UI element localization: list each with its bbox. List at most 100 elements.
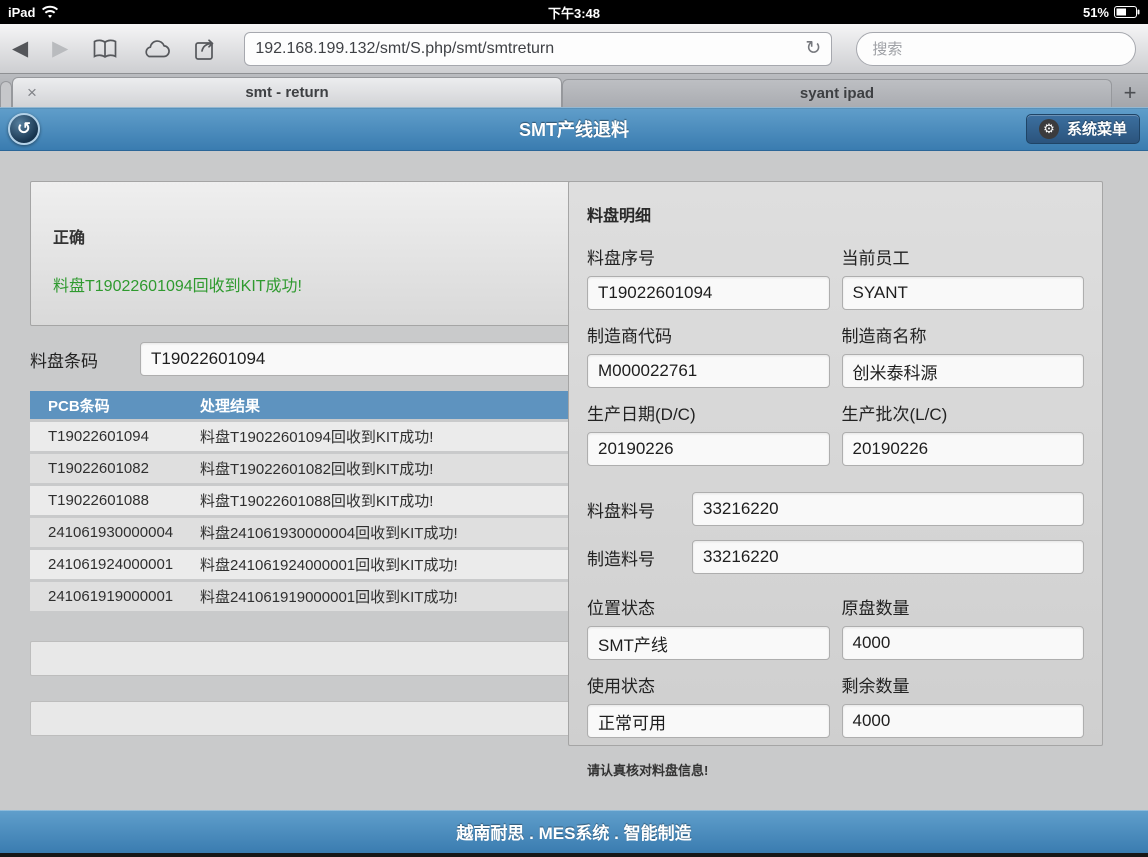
search-placeholder: 搜索 xyxy=(872,38,902,59)
main-content: 正确 料盘T19022601094回收到KIT成功! 料盘条码 T1902260… xyxy=(0,151,1148,810)
verify-note: 请认真核对料盘信息! xyxy=(587,760,1084,779)
footer-text: 越南耐思 . MES系统 . 智能制造 xyxy=(456,819,691,844)
search-input[interactable]: 搜索 xyxy=(856,32,1136,66)
field-value: T19022601094 xyxy=(598,283,712,303)
field-label: 料盘序号 xyxy=(587,244,830,269)
location-status-input[interactable]: SMT产线 xyxy=(587,626,830,660)
field-value: 4000 xyxy=(853,711,891,731)
browser-toolbar: ◀ ▶ 192.168.199.132/smt/S.php/smt/smtret… xyxy=(0,24,1148,74)
table-row: T19022601082 料盘T19022601082回收到KIT成功! xyxy=(30,454,575,483)
cell-barcode: 241061924000001 xyxy=(30,556,200,573)
mfg-part-input[interactable]: 33216220 xyxy=(692,540,1084,574)
page-title: SMT产线退料 xyxy=(0,116,1148,142)
table-row: T19022601088 料盘T19022601088回收到KIT成功! xyxy=(30,486,575,515)
forward-button[interactable]: ▶ xyxy=(52,38,68,59)
remaining-qty-input[interactable]: 4000 xyxy=(842,704,1085,738)
close-tab-icon[interactable]: × xyxy=(27,83,37,103)
manufacturer-code-input[interactable]: M000022761 xyxy=(587,354,830,388)
cell-barcode: T19022601094 xyxy=(30,428,200,445)
reload-icon[interactable]: ↻ xyxy=(805,37,821,60)
field-value: 33216220 xyxy=(703,547,779,567)
status-title: 正确 xyxy=(53,224,554,248)
field-value: 创米泰科源 xyxy=(853,359,938,384)
table-row: 241061930000004 料盘241061930000004回收到KIT成… xyxy=(30,518,575,547)
footer-bar: 越南耐思 . MES系统 . 智能制造 xyxy=(0,810,1148,857)
tab-label: syant ipad xyxy=(800,85,874,102)
tab-label: smt - return xyxy=(245,84,328,101)
field-label: 当前员工 xyxy=(842,244,1085,269)
gear-icon: ⚙ xyxy=(1039,119,1059,139)
cell-barcode: T19022601082 xyxy=(30,460,200,477)
left-panel: 正确 料盘T19022601094回收到KIT成功! 料盘条码 T1902260… xyxy=(30,181,575,736)
reel-part-row: 料盘料号 33216220 xyxy=(587,492,1084,526)
field-value: SYANT xyxy=(853,283,908,303)
field-label: 制造料号 xyxy=(587,545,692,570)
reel-serial-input[interactable]: T19022601094 xyxy=(587,276,830,310)
empty-field-bar xyxy=(30,641,575,676)
status-box: 正确 料盘T19022601094回收到KIT成功! xyxy=(30,181,575,326)
barcode-input[interactable]: T19022601094 xyxy=(140,342,575,376)
lot-code-input[interactable]: 20190226 xyxy=(842,432,1085,466)
barcode-label: 料盘条码 xyxy=(30,347,140,372)
cell-barcode: T19022601088 xyxy=(30,492,200,509)
field-value: SMT产线 xyxy=(598,631,668,656)
system-menu-label: 系统菜单 xyxy=(1067,118,1127,139)
field-label: 位置状态 xyxy=(587,594,830,619)
new-tab-button[interactable]: + xyxy=(1112,79,1148,107)
field-label: 原盘数量 xyxy=(842,594,1085,619)
address-bar[interactable]: 192.168.199.132/smt/S.php/smt/smtreturn … xyxy=(244,32,832,66)
cell-result: 料盘241061919000001回收到KIT成功! xyxy=(200,586,575,607)
system-menu-button[interactable]: ⚙ 系统菜单 xyxy=(1026,114,1140,144)
icloud-tabs-icon[interactable] xyxy=(142,40,170,58)
back-button[interactable]: ◀ xyxy=(12,38,28,59)
col-header-pcb: PCB条码 xyxy=(30,395,200,416)
current-employee-input[interactable]: SYANT xyxy=(842,276,1085,310)
tab-bar: × smt - return syant ipad + xyxy=(0,74,1148,107)
cell-result: 料盘241061924000001回收到KIT成功! xyxy=(200,554,575,575)
status-message: 料盘T19022601094回收到KIT成功! xyxy=(53,272,554,296)
table-row: 241061919000001 料盘241061919000001回收到KIT成… xyxy=(30,582,575,611)
detail-grid: 料盘序号 T19022601094 当前员工 SYANT 制造商代码 M0000… xyxy=(587,244,1084,478)
share-icon[interactable] xyxy=(194,37,220,61)
cell-result: 料盘T19022601088回收到KIT成功! xyxy=(200,490,575,511)
cell-result: 料盘241061930000004回收到KIT成功! xyxy=(200,522,575,543)
barcode-row: 料盘条码 T19022601094 xyxy=(30,342,575,376)
field-value: 20190226 xyxy=(853,439,929,459)
bookmarks-icon[interactable] xyxy=(92,38,118,60)
manufacturer-name-input[interactable]: 创米泰科源 xyxy=(842,354,1085,388)
field-label: 制造商名称 xyxy=(842,322,1085,347)
mfg-part-row: 制造料号 33216220 xyxy=(587,540,1084,574)
result-table: PCB条码 处理结果 T19022601094 料盘T19022601094回收… xyxy=(30,391,575,611)
app-header: ↺ SMT产线退料 ⚙ 系统菜单 xyxy=(0,107,1148,151)
field-value: M000022761 xyxy=(598,361,697,381)
field-label: 生产批次(L/C) xyxy=(842,400,1085,425)
field-label: 生产日期(D/C) xyxy=(587,400,830,425)
tab-smt-return[interactable]: × smt - return xyxy=(12,77,562,107)
field-label: 制造商代码 xyxy=(587,322,830,347)
original-qty-input[interactable]: 4000 xyxy=(842,626,1085,660)
field-label: 料盘料号 xyxy=(587,497,692,522)
reel-part-input[interactable]: 33216220 xyxy=(692,492,1084,526)
tab-stub xyxy=(0,81,12,107)
cell-barcode: 241061930000004 xyxy=(30,524,200,541)
field-label: 使用状态 xyxy=(587,672,830,697)
status-grid: 位置状态 SMT产线 原盘数量 4000 使用状态 正常可用 剩余数量 4000 xyxy=(587,594,1084,750)
ios-status-bar: iPad 下午3:48 51% xyxy=(0,0,1148,24)
field-value: 4000 xyxy=(853,633,891,653)
field-value: 正常可用 xyxy=(598,709,666,734)
col-header-result: 处理结果 xyxy=(200,395,575,416)
date-code-input[interactable]: 20190226 xyxy=(587,432,830,466)
field-value: 33216220 xyxy=(703,499,779,519)
cell-barcode: 241061919000001 xyxy=(30,588,200,605)
table-row: T19022601094 料盘T19022601094回收到KIT成功! xyxy=(30,422,575,451)
usage-status-input[interactable]: 正常可用 xyxy=(587,704,830,738)
empty-field-bar xyxy=(30,701,575,736)
reel-detail-panel: 料盘明细 料盘序号 T19022601094 当前员工 SYANT 制造商代码 … xyxy=(568,181,1103,746)
field-label: 剩余数量 xyxy=(842,672,1085,697)
table-row: 241061924000001 料盘241061924000001回收到KIT成… xyxy=(30,550,575,579)
detail-title: 料盘明细 xyxy=(587,202,1084,226)
tab-syant-ipad[interactable]: syant ipad xyxy=(562,79,1112,107)
url-text: 192.168.199.132/smt/S.php/smt/smtreturn xyxy=(255,40,554,58)
cell-result: 料盘T19022601094回收到KIT成功! xyxy=(200,426,575,447)
field-value: 20190226 xyxy=(598,439,674,459)
